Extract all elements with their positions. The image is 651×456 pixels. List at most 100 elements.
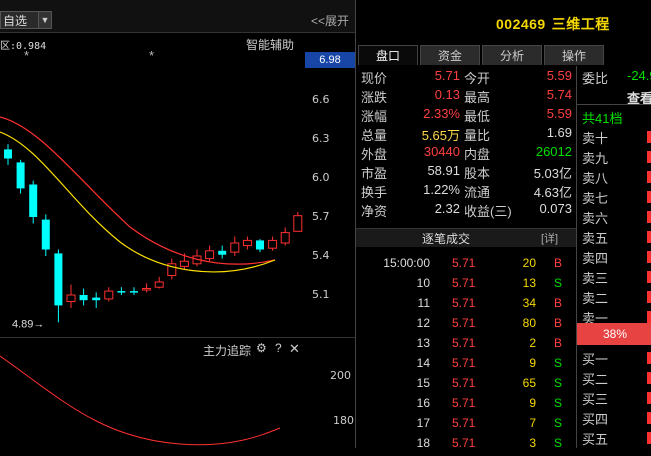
- order-book: 委比 -24.9 查看 共41档 卖十卖九卖八卖七卖六卖五卖四卖三卖二卖一买一买…: [576, 66, 651, 448]
- total-levels: 共41档: [582, 111, 623, 126]
- book-divider: [577, 104, 651, 105]
- price-tick: 5.7: [312, 210, 330, 223]
- stock-title: 002469 三维工程: [496, 14, 616, 34]
- candlestick-plot[interactable]: 4.89→: [0, 32, 305, 332]
- trade-row: 15 5.71 65 S: [356, 376, 576, 396]
- tab-operation[interactable]: 操作: [544, 45, 604, 65]
- buy-sell-ratio-bar: 38%: [577, 323, 651, 345]
- low-price-marker: 4.89→: [12, 318, 44, 330]
- quote-label: 流通: [464, 185, 491, 200]
- trade-price: 5.71: [452, 376, 476, 390]
- chevron-down-icon[interactable]: ▼: [38, 11, 52, 29]
- trade-volume: 13: [522, 276, 536, 290]
- quote-value: 1.22%: [423, 182, 460, 197]
- ask-price-mark: [647, 191, 651, 203]
- trade-time: 11: [417, 296, 430, 310]
- trade-row: 16 5.71 9 S: [356, 396, 576, 416]
- quote-value: 2.33%: [423, 106, 460, 121]
- ask-level-label: 卖七: [582, 191, 609, 206]
- trade-volume: 20: [522, 256, 536, 270]
- ask-level-label: 卖九: [582, 151, 609, 166]
- ask-level-label: 卖三: [582, 271, 609, 286]
- bid-level-label: 买四: [582, 412, 609, 427]
- quote-panel: 002469 三维工程 盘口 资金 分析 操作 现价 5.71 今开 5.59 涨跌 0.1…: [355, 0, 651, 450]
- bid-level-label: 买三: [582, 392, 609, 407]
- trade-row: 14 5.71 9 S: [356, 356, 576, 376]
- quote-label: 收益(三): [464, 204, 512, 219]
- ask-level-label: 卖十: [582, 131, 609, 146]
- candle-body: [154, 281, 164, 288]
- trade-price: 5.71: [452, 416, 476, 430]
- quote-value: 0.073: [539, 201, 572, 216]
- candle-body: [117, 291, 126, 293]
- trade-time: 16: [416, 396, 430, 410]
- price-tick: 5.1: [312, 288, 330, 301]
- stock-code: 002469: [496, 16, 546, 32]
- trade-detail-link[interactable]: [详]: [541, 230, 558, 246]
- trade-side: S: [554, 376, 563, 390]
- sub-tick: 200: [330, 369, 351, 382]
- trade-time: 15:00:00: [383, 256, 430, 270]
- candle-body: [130, 291, 138, 293]
- trade-row: 17 5.71 7 S: [356, 416, 576, 436]
- bid-price-mark: [647, 432, 651, 444]
- quote-label: 量比: [464, 128, 491, 143]
- trade-volume: 9: [529, 356, 536, 370]
- quote-value: 4.63亿: [533, 185, 572, 200]
- quote-value: 26012: [535, 144, 572, 159]
- quote-label: 净资: [361, 204, 388, 219]
- trade-title: 逐笔成交: [422, 232, 471, 246]
- trade-price: 5.71: [452, 276, 476, 290]
- quote-value: 58.91: [427, 163, 460, 178]
- trade-row: 13 5.71 2 B: [356, 336, 576, 356]
- trade-side: B: [554, 256, 563, 270]
- candle-body: [16, 162, 25, 189]
- candle-body: [218, 250, 227, 255]
- quote-label: 总量: [361, 128, 388, 143]
- tab-funds[interactable]: 资金: [420, 45, 480, 65]
- candle-body: [41, 219, 50, 250]
- price-highlight: 6.98: [305, 52, 355, 68]
- bid-price-mark: [647, 352, 651, 364]
- trade-side: B: [554, 316, 563, 330]
- kline-chart-panel[interactable]: 自选 ▼ <<展开 区:0.984 智能辅助 * * 4.89→ 6.98 6.…: [0, 0, 355, 448]
- candle-body: [280, 232, 290, 244]
- trade-side: S: [554, 416, 563, 430]
- expand-button[interactable]: <<展开: [311, 12, 349, 29]
- tab-analysis[interactable]: 分析: [482, 45, 542, 65]
- quote-value: 5.59: [546, 106, 572, 121]
- quote-value: 5.03亿: [533, 166, 572, 181]
- quote-value: 5.74: [546, 87, 572, 102]
- trade-time: 10: [416, 276, 430, 290]
- quote-label: 现价: [361, 71, 388, 86]
- trade-row: 11 5.71 34 B: [356, 296, 576, 316]
- quote-label: 最低: [464, 109, 491, 124]
- ask-price-mark: [647, 271, 651, 283]
- bid-level-label: 买五: [582, 432, 609, 447]
- trade-time: 17: [416, 416, 430, 430]
- trade-volume: 65: [522, 376, 536, 390]
- trade-time: 14: [416, 356, 430, 370]
- bid-price-mark: [647, 392, 651, 404]
- tab-handicap[interactable]: 盘口: [358, 45, 418, 65]
- chart-toolbar: 自选 ▼ <<展开: [0, 0, 355, 33]
- candle-body: [230, 242, 240, 253]
- ask-price-mark: [647, 231, 651, 243]
- price-tick: 6.0: [312, 171, 330, 184]
- trade-price: 5.71: [452, 296, 476, 310]
- trade-price: 5.71: [452, 356, 476, 370]
- main-force-plot[interactable]: [0, 348, 305, 448]
- bid-level-label: 买二: [582, 372, 609, 387]
- watchlist-select-label: 自选: [3, 14, 28, 28]
- bid-price-mark: [647, 372, 651, 384]
- quote-grid: 现价 5.71 今开 5.59 涨跌 0.13 最高 5.74 涨幅 2.33% 最低 5.59 总量 5…: [356, 66, 576, 226]
- candle-body: [54, 253, 63, 306]
- quote-value: 30440: [423, 144, 460, 159]
- candle-body: [268, 239, 278, 249]
- quote-value: 5.71: [434, 68, 460, 83]
- price-tick: 6.3: [312, 132, 330, 145]
- trade-price: 5.71: [452, 396, 476, 410]
- quote-value: 5.59: [546, 68, 572, 83]
- ma-line-1: [0, 116, 276, 265]
- trade-row: 10 5.71 13 S: [356, 276, 576, 296]
